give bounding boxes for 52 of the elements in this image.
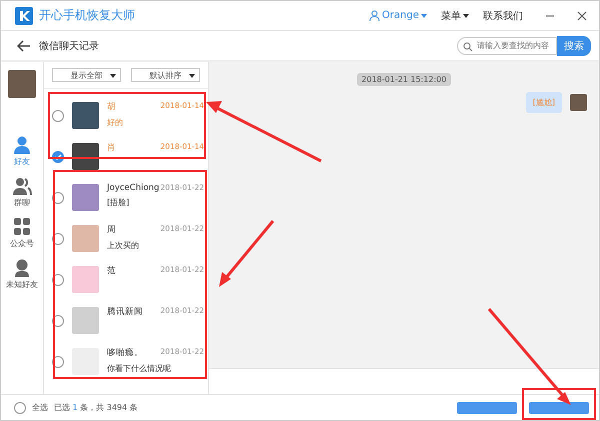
chat-timestamp: 2018-01-21 15:12:00	[356, 73, 452, 86]
app-title: 开心手机恢复大师	[39, 7, 135, 24]
avatar-photo-placeholder	[72, 266, 99, 293]
search-field[interactable]: 请输入要查找的内容	[457, 36, 557, 54]
contact-name: 腾讯新闻	[107, 306, 143, 318]
contact-name: 肖	[107, 142, 116, 154]
select-all-label: 全选	[32, 402, 48, 413]
avatar-photo-placeholder	[8, 70, 36, 98]
person-icon	[12, 136, 32, 154]
annotation-arrow	[219, 220, 274, 287]
message-preview: 你看下什么情况呢	[107, 363, 172, 374]
contact-link[interactable]: 联系我们	[483, 8, 523, 22]
nav-tab[interactable]: 群聊	[12, 177, 32, 208]
group-icon	[12, 177, 32, 195]
filter-dropdown[interactable]: 显示全部	[52, 68, 121, 82]
restore-button[interactable]	[529, 402, 589, 414]
contact-name: 周	[107, 224, 116, 236]
contact-name: JoyceChiong	[107, 183, 160, 193]
message-bubble: [尴尬]	[526, 92, 562, 113]
grid-icon	[12, 218, 32, 236]
check-icon	[54, 152, 62, 160]
avatar-photo-placeholder	[72, 102, 99, 129]
nav-tab[interactable]: 公众号	[10, 218, 34, 249]
nav-tab[interactable]: 好友	[12, 136, 32, 167]
contact-name: 胡	[107, 101, 116, 113]
avatar-photo-placeholder	[72, 143, 99, 170]
select-all-radio[interactable]	[14, 402, 26, 414]
back-arrow-icon[interactable]	[17, 40, 31, 52]
user-icon	[369, 10, 380, 21]
message-preview: 上次买的	[107, 240, 140, 251]
selection-summary: 已选 1 条，共 3494 条	[54, 402, 138, 413]
avatar-photo-placeholder	[72, 307, 99, 334]
page-title: 微信聊天记录	[39, 40, 99, 52]
contact-name: 哆啪瘾。	[107, 347, 143, 359]
caret-icon	[110, 74, 116, 78]
close-icon[interactable]	[577, 10, 587, 20]
message-preview: 好的	[107, 117, 124, 128]
restore-button[interactable]	[457, 402, 517, 414]
caret-icon	[421, 14, 427, 18]
select-radio[interactable]	[52, 110, 64, 122]
caret-icon	[189, 74, 195, 78]
avatar-photo-placeholder	[72, 225, 99, 252]
contact-name: 范	[107, 265, 116, 277]
filter-dropdown[interactable]: 默认排序	[131, 68, 200, 82]
message-preview: [捂脸]	[107, 197, 130, 208]
logo-icon	[15, 6, 33, 24]
avatar-photo-placeholder	[570, 94, 587, 111]
unknown-icon	[12, 259, 32, 277]
nav-tab[interactable]: 未知好友	[6, 259, 38, 290]
caret-icon	[463, 14, 469, 18]
menu-button[interactable]: 菜单	[441, 8, 469, 22]
avatar-photo-placeholder	[72, 184, 99, 211]
